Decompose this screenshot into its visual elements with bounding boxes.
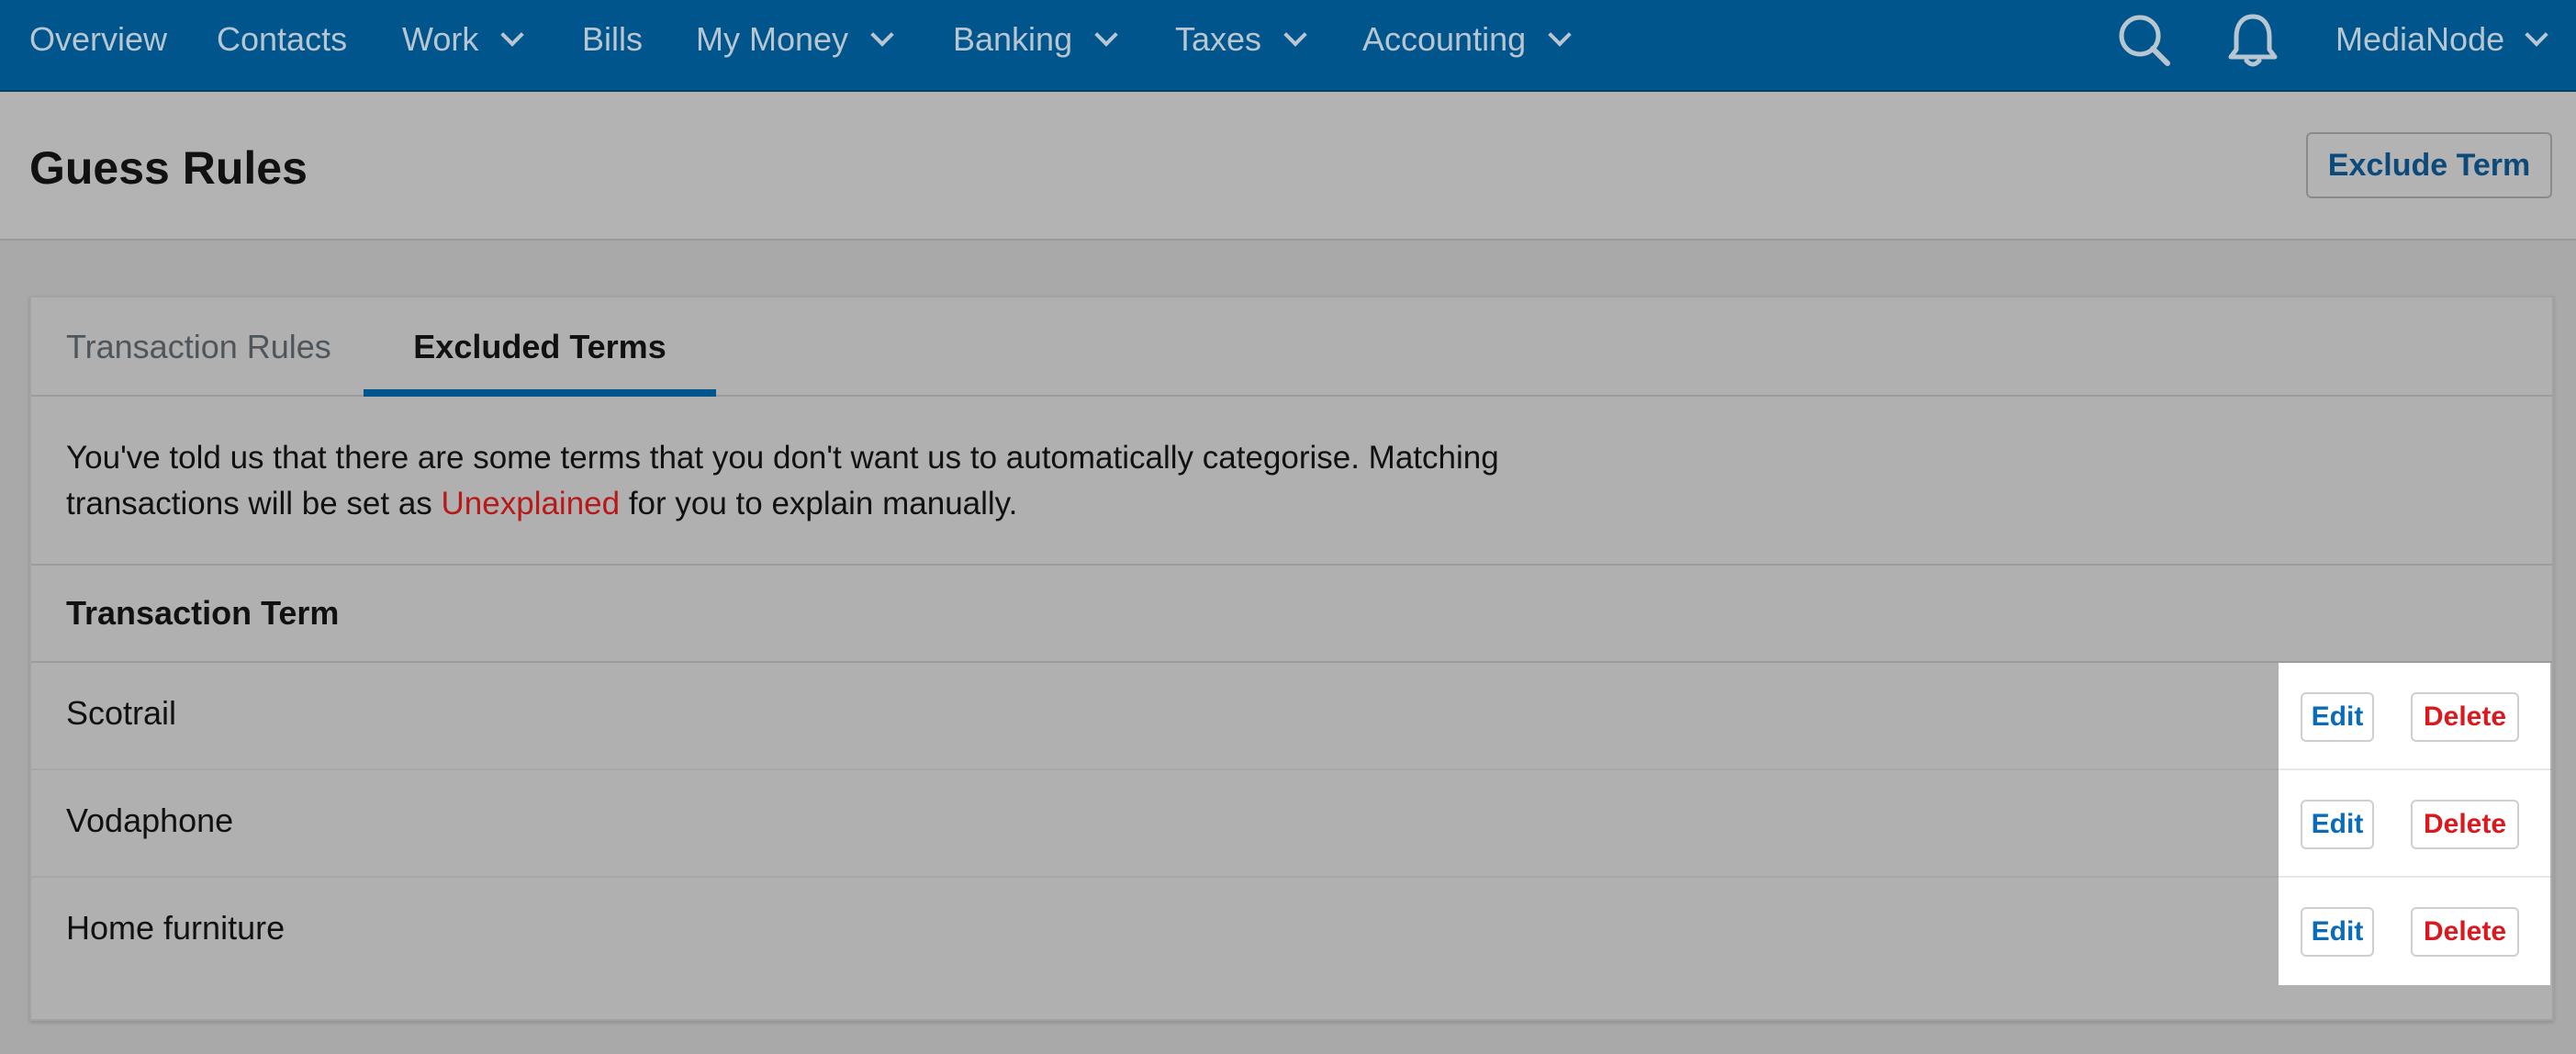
nav-item-label: Work [402, 20, 479, 58]
row-actions: Edit Delete [2279, 878, 2550, 985]
unexplained-highlight: Unexplained [441, 486, 621, 521]
chevron-down-icon [870, 23, 894, 47]
nav-item-work[interactable]: Work [402, 0, 525, 79]
excluded-terms-card: Transaction Rules Excluded Terms You've … [29, 296, 2554, 1021]
nav-item-label: Accounting [1362, 20, 1527, 58]
nav-item-banking[interactable]: Banking [953, 0, 1118, 79]
edit-button[interactable]: Edit [2301, 800, 2374, 849]
page-header: Guess Rules Exclude Term [0, 92, 2576, 241]
nav-item-accounting[interactable]: Accounting [1362, 0, 1572, 79]
nav-item-label: Taxes [1175, 20, 1262, 58]
delete-button[interactable]: Delete [2411, 907, 2519, 957]
chevron-down-icon [500, 23, 525, 47]
page-title: Guess Rules [29, 142, 308, 194]
tab-transaction-rules[interactable]: Transaction Rules [66, 297, 331, 397]
nav-item-label: Contacts [217, 20, 348, 58]
row-actions: Edit Delete [2279, 770, 2550, 878]
user-menu[interactable]: MediaNode [2335, 0, 2548, 79]
nav-item-my-money[interactable]: My Money [696, 0, 894, 79]
column-header-transaction-term: Transaction Term [66, 594, 340, 632]
chevron-down-icon [1548, 23, 1572, 47]
term-text: Home furniture [66, 909, 286, 947]
tab-bar: Transaction Rules Excluded Terms [31, 297, 2552, 397]
term-text: Scotrail [66, 694, 177, 732]
nav-item-bills[interactable]: Bills [582, 0, 643, 79]
tab-label: Excluded Terms [413, 328, 666, 365]
search-icon[interactable] [2115, 11, 2174, 70]
table-row: Home furniture Edit Delete [31, 878, 2552, 985]
user-name: MediaNode [2335, 20, 2505, 58]
active-tab-indicator [364, 389, 716, 397]
nav-item-contacts[interactable]: Contacts [217, 0, 347, 79]
table-row: Vodaphone Edit Delete [31, 770, 2552, 878]
nav-item-label: Bills [582, 20, 644, 58]
exclude-term-button[interactable]: Exclude Term [2306, 132, 2552, 198]
delete-button[interactable]: Delete [2411, 692, 2519, 742]
row-actions: Edit Delete [2279, 663, 2550, 770]
edit-button[interactable]: Edit [2301, 907, 2374, 957]
table-header: Transaction Term [31, 564, 2552, 663]
nav-item-label: My Money [696, 20, 849, 58]
nav-item-label: Overview [29, 20, 168, 58]
term-text: Vodaphone [66, 802, 234, 839]
bell-icon[interactable] [2223, 11, 2282, 70]
intro-text: You've told us that there are some terms… [66, 435, 1645, 527]
chevron-down-icon [2525, 23, 2548, 47]
nav-item-overview[interactable]: Overview [29, 0, 167, 79]
delete-button[interactable]: Delete [2411, 800, 2519, 849]
nav-item-taxes[interactable]: Taxes [1175, 0, 1307, 79]
edit-button[interactable]: Edit [2301, 692, 2374, 742]
chevron-down-icon [1094, 23, 1118, 47]
intro-text-end: for you to explain manually. [620, 486, 1018, 521]
table-row: Scotrail Edit Delete [31, 663, 2552, 770]
top-navigation: Overview Contacts Work Bills My Money Ba… [0, 0, 2576, 92]
nav-item-label: Banking [953, 20, 1073, 58]
chevron-down-icon [1283, 23, 1307, 47]
tab-excluded-terms[interactable]: Excluded Terms [364, 297, 716, 397]
